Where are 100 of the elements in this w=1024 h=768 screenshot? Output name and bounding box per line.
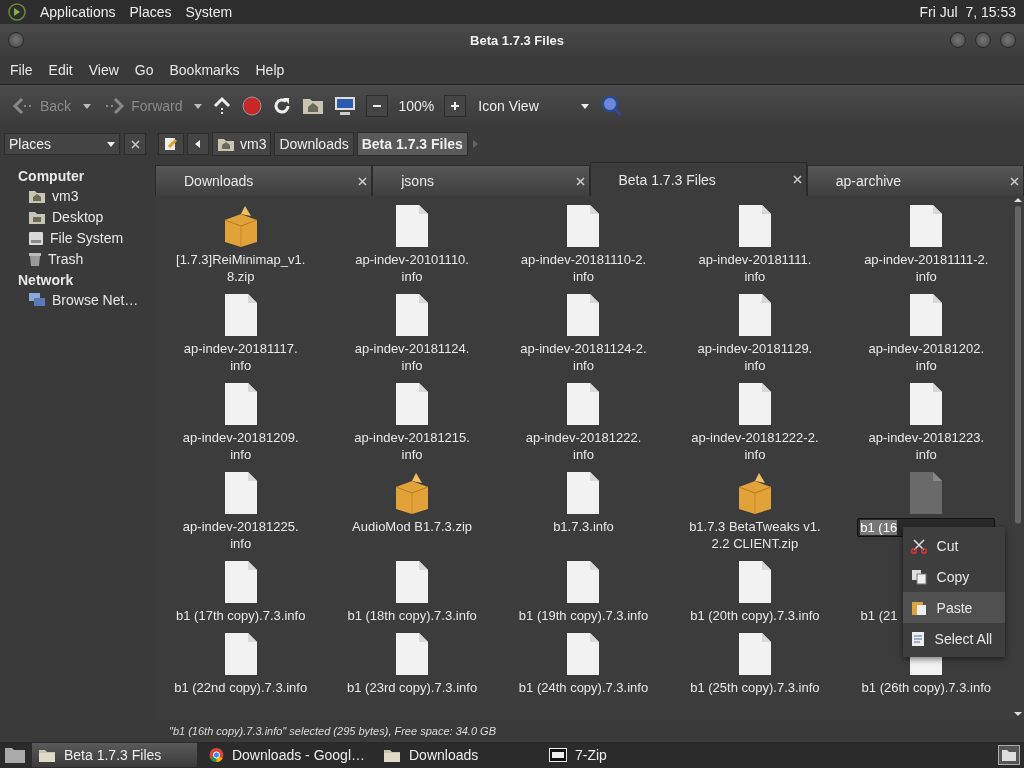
back-arrow-icon xyxy=(12,97,34,114)
section-heading: Network xyxy=(18,271,75,290)
zoom-level: 100% xyxy=(398,97,435,114)
sidebar-item[interactable]: File System xyxy=(50,230,124,246)
menu-item[interactable]: Paste xyxy=(902,592,1005,623)
trash-icon xyxy=(28,251,42,267)
file-icon xyxy=(394,382,431,426)
file-name: ap-indev-20181215. info xyxy=(354,429,470,463)
file-name: b1 (20th copy).7.3.info xyxy=(690,607,820,624)
up-arrow-icon[interactable] xyxy=(212,95,233,116)
tab[interactable]: Downloads xyxy=(155,165,373,196)
scroll-left-button[interactable] xyxy=(187,133,209,155)
edit-location-button[interactable] xyxy=(158,133,184,155)
file-name: AudioMod B1.7.3.zip xyxy=(352,518,473,535)
file-name: ap-indev-20181223. info xyxy=(868,429,985,463)
panel-menu[interactable]: Applications xyxy=(40,4,116,20)
file-icon xyxy=(222,293,259,337)
clipboard-icon xyxy=(910,599,927,616)
menu-item[interactable]: Select All xyxy=(902,623,1005,654)
file-name: ap-indev-20101110. info xyxy=(355,251,469,285)
clock: Fri Jul 7, 15:53 xyxy=(919,4,1016,20)
file-icon xyxy=(394,293,431,337)
close-icon[interactable] xyxy=(358,176,368,186)
file-icon xyxy=(394,632,431,676)
search-icon[interactable] xyxy=(601,94,624,117)
close-button[interactable] xyxy=(124,133,146,155)
taskbar-button[interactable]: Beta 1.7.3 Files xyxy=(32,743,197,767)
menu-item[interactable]: Bookmarks xyxy=(163,60,246,80)
file-name: ap-indev-20181124. info xyxy=(354,340,470,374)
file-icon xyxy=(565,560,602,604)
file-icon xyxy=(736,204,773,248)
menu-item[interactable]: Copy xyxy=(902,561,1005,592)
caret-icon[interactable] xyxy=(194,101,203,110)
stop-icon[interactable] xyxy=(242,95,263,116)
folder-icon[interactable] xyxy=(998,745,1020,765)
file-name: ap-indev-20181209. info xyxy=(182,429,299,463)
minimize-button[interactable] xyxy=(950,32,966,48)
menu-item[interactable]: View xyxy=(82,60,125,80)
menu-item[interactable]: Help xyxy=(249,60,291,80)
sidebar-item[interactable]: Trash xyxy=(48,251,84,267)
browser-icon xyxy=(209,747,224,763)
pencil-icon xyxy=(164,137,178,151)
file-name: b1 (18th copy).7.3.info xyxy=(347,607,477,624)
file-name: ap-indev-20181222-2. info xyxy=(691,429,819,463)
menu-item[interactable]: File xyxy=(4,60,39,80)
places-selector[interactable]: Places xyxy=(4,133,120,155)
tab[interactable]: Beta 1.7.3 Files xyxy=(589,162,807,196)
file-name: ap-indev-20181110-2. info xyxy=(520,251,647,285)
zoom-out-button[interactable] xyxy=(366,94,389,117)
sidebar-item[interactable]: Desktop xyxy=(52,209,104,225)
home-folder-icon[interactable] xyxy=(302,96,325,115)
sidebar-item[interactable]: vm3 xyxy=(52,188,79,204)
file-icon xyxy=(565,293,602,337)
tab[interactable]: ap-archive xyxy=(806,165,1024,196)
close-icon[interactable] xyxy=(575,176,585,186)
menu-item[interactable]: Go xyxy=(128,60,160,80)
zoom-in-button[interactable] xyxy=(444,94,467,117)
caret-icon xyxy=(107,140,115,148)
home-folder-icon xyxy=(217,136,235,152)
file-icon xyxy=(565,382,602,426)
panel-menu[interactable]: Places xyxy=(129,4,172,20)
file-icon xyxy=(908,293,945,337)
network-icon xyxy=(28,292,46,308)
copy-icon xyxy=(910,568,927,585)
file-icon xyxy=(908,382,945,426)
view-selector[interactable]: Icon View xyxy=(476,95,592,116)
logo-icon xyxy=(8,3,26,21)
window-title: Beta 1.7.3 Files xyxy=(469,32,565,48)
archive-icon xyxy=(549,748,567,762)
file-name: b1.7.3 BetaTweaks v1. 2.2 CLIENT.zip xyxy=(689,518,821,552)
file-icon xyxy=(222,560,259,604)
caret-icon[interactable] xyxy=(83,101,92,110)
menu-item[interactable]: Edit xyxy=(42,60,79,80)
file-name: b1.7.3.info xyxy=(553,518,614,535)
path-segment[interactable]: Beta 1.7.3 Files xyxy=(356,132,468,156)
menu-item[interactable]: Cut xyxy=(902,530,1005,561)
close-icon[interactable] xyxy=(792,175,802,184)
file-name: ap-indev-20181129. info xyxy=(697,340,813,374)
sidebar-item[interactable]: Browse Net… xyxy=(52,292,139,308)
file-name: ap-indev-20181117. info xyxy=(183,340,298,374)
file-icon xyxy=(222,471,259,515)
file-name: b1 (22nd copy).7.3.info xyxy=(174,679,308,696)
path-segment[interactable]: Downloads xyxy=(274,132,354,156)
caret-icon xyxy=(581,101,590,110)
tab[interactable]: jsons xyxy=(372,165,590,196)
file-name: b1 (25th copy).7.3.info xyxy=(690,679,820,696)
path-segment[interactable]: vm3 xyxy=(212,132,272,156)
close-icon[interactable] xyxy=(1010,176,1019,186)
file-icon xyxy=(736,560,773,604)
file-name: ap-indev-20181124-2. info xyxy=(520,340,647,374)
file-icon xyxy=(222,632,259,676)
taskbar-button[interactable]: 7-Zip xyxy=(543,743,673,767)
taskbar-button[interactable]: Downloads xyxy=(377,743,537,767)
file-icon xyxy=(908,471,945,515)
show-desktop-icon[interactable] xyxy=(4,746,26,764)
panel-menu[interactable]: System xyxy=(185,4,233,20)
taskbar-button[interactable]: Downloads - Googl… xyxy=(203,743,371,767)
computer-icon[interactable] xyxy=(334,95,357,116)
maximize-button[interactable] xyxy=(975,32,991,48)
window-menu-icon[interactable] xyxy=(8,32,24,48)
